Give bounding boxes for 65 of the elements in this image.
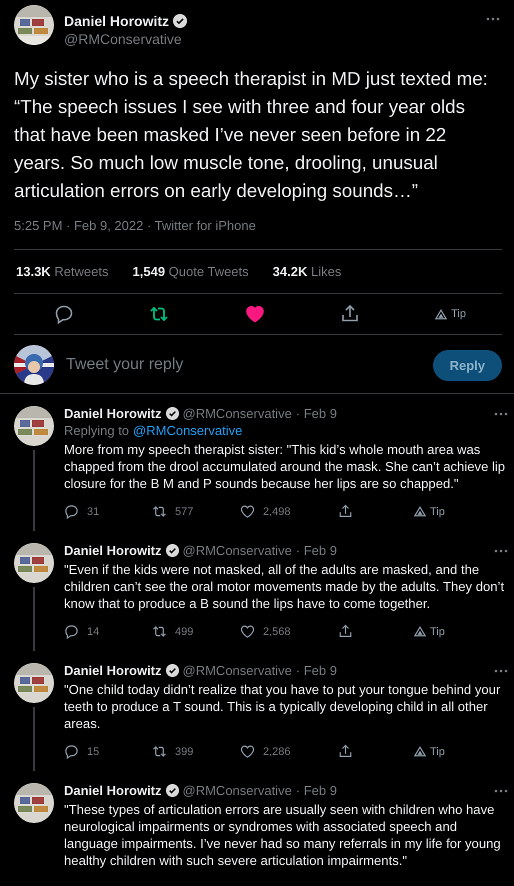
heart-icon[interactable]: [244, 304, 265, 324]
reply-field[interactable]: Tweet your reply: [66, 352, 421, 378]
stat-link[interactable]: 34.2K Likes: [272, 264, 342, 279]
retweet-count-button[interactable]: 577: [152, 504, 240, 519]
author-handle[interactable]: @RMConservative: [182, 543, 292, 558]
tweet-date: · Feb 9: [296, 783, 337, 798]
tweet-timestamp: 5:25 PM · Feb 9, 2022 · Twitter for iPhone: [14, 218, 502, 250]
reply-text: "These types of articulation errors are usually seen with children who have neurological impairments or syndromes with associated speech and language impairments. I’ve never had so many referrals in my life for young healthy children with such severe articulation impairments.": [64, 801, 502, 869]
replying-label: Replying to: [64, 423, 130, 438]
tweet-text: My sister who is a speech therapist in MD just texted me: “The speech issues I see with three and four year olds that have been masked I’ve never seen before in 22 years. So much low muscle tone, drooling, unusual articulation errors on early developing sounds…”: [14, 67, 489, 203]
reply-count-button[interactable]: 15: [64, 744, 152, 759]
heart-icon: [240, 624, 255, 639]
author-handle[interactable]: @RMConservative: [182, 663, 292, 678]
retweet-icon[interactable]: [149, 304, 170, 324]
warning-triangle-icon: [414, 746, 426, 757]
reply-icon: [64, 624, 79, 639]
retweet-icon: [152, 624, 167, 639]
more-icon[interactable]: [486, 17, 500, 21]
warning-triangle-icon: [414, 626, 426, 637]
tip-button[interactable]: Tip: [414, 746, 445, 758]
retweet-icon: [152, 504, 167, 519]
reply-icon: [64, 504, 79, 519]
reply-count-button[interactable]: 31: [64, 504, 152, 519]
mention-link[interactable]: @RMConservative: [133, 423, 242, 438]
reply-text: "One child today didn’t realize that you have to put your tongue behind your teeth to produce a T sound. This is a typically developing child in all other areas.: [64, 681, 502, 732]
like-count-button[interactable]: 2,498: [240, 504, 328, 519]
reply-text: More from my speech therapist sister: "This kid’s whole mouth area was chapped from the drool accumulated around the mask. She can’t achieve lip closure for the B M and P sounds because her lips are so chapped.": [64, 441, 506, 492]
warning-triangle-icon: [435, 308, 448, 320]
more-icon[interactable]: [494, 412, 508, 416]
author-handle[interactable]: @RMConservative: [64, 31, 476, 47]
author-name[interactable]: Daniel Horowitz: [64, 663, 162, 678]
heart-icon: [240, 744, 255, 759]
tweet-date: · Feb 9: [296, 663, 337, 678]
author-name[interactable]: Daniel Horowitz: [64, 543, 162, 558]
share-icon[interactable]: [338, 504, 353, 519]
more-icon[interactable]: [494, 788, 508, 792]
share-icon[interactable]: [338, 624, 353, 639]
tip-button[interactable]: Tip: [414, 626, 445, 638]
reply-icon[interactable]: [54, 304, 74, 324]
reply-button[interactable]: Reply: [432, 350, 502, 380]
more-icon[interactable]: [494, 668, 508, 672]
author-name[interactable]: Daniel Horowitz: [64, 783, 162, 798]
share-icon[interactable]: [338, 744, 353, 759]
stat-link[interactable]: 13.3K Retweets: [16, 264, 109, 279]
author-handle[interactable]: @RMConservative: [182, 783, 292, 798]
tweet-date: · Feb 9: [296, 543, 337, 558]
more-icon[interactable]: [494, 548, 508, 552]
tip-button[interactable]: Tip: [414, 506, 445, 518]
warning-triangle-icon: [414, 506, 426, 517]
like-count-button[interactable]: 2,568: [240, 624, 328, 639]
reply-count-button[interactable]: 14: [64, 624, 152, 639]
retweet-icon: [152, 744, 167, 759]
heart-icon: [240, 504, 255, 519]
retweet-count-button[interactable]: 399: [152, 744, 240, 759]
like-count-button[interactable]: 2,286: [240, 744, 328, 759]
tip-button[interactable]: Tip: [435, 308, 466, 320]
author-name[interactable]: Daniel Horowitz: [64, 13, 170, 29]
stat-link[interactable]: 1,549 Quote Tweets: [132, 264, 249, 279]
author-name[interactable]: Daniel Horowitz: [64, 406, 162, 421]
reply-text: "Even if the kids were not masked, all of the adults are masked, and the children can’t see the oral motor movements made by the adults. They don’t know that to produce a B sound the lips have to come together.: [64, 561, 506, 612]
reply-icon: [64, 744, 79, 759]
tweet-date: · Feb 9: [296, 406, 337, 421]
author-handle[interactable]: @RMConservative: [182, 406, 292, 421]
retweet-count-button[interactable]: 499: [152, 624, 240, 639]
share-icon[interactable]: [340, 304, 360, 324]
